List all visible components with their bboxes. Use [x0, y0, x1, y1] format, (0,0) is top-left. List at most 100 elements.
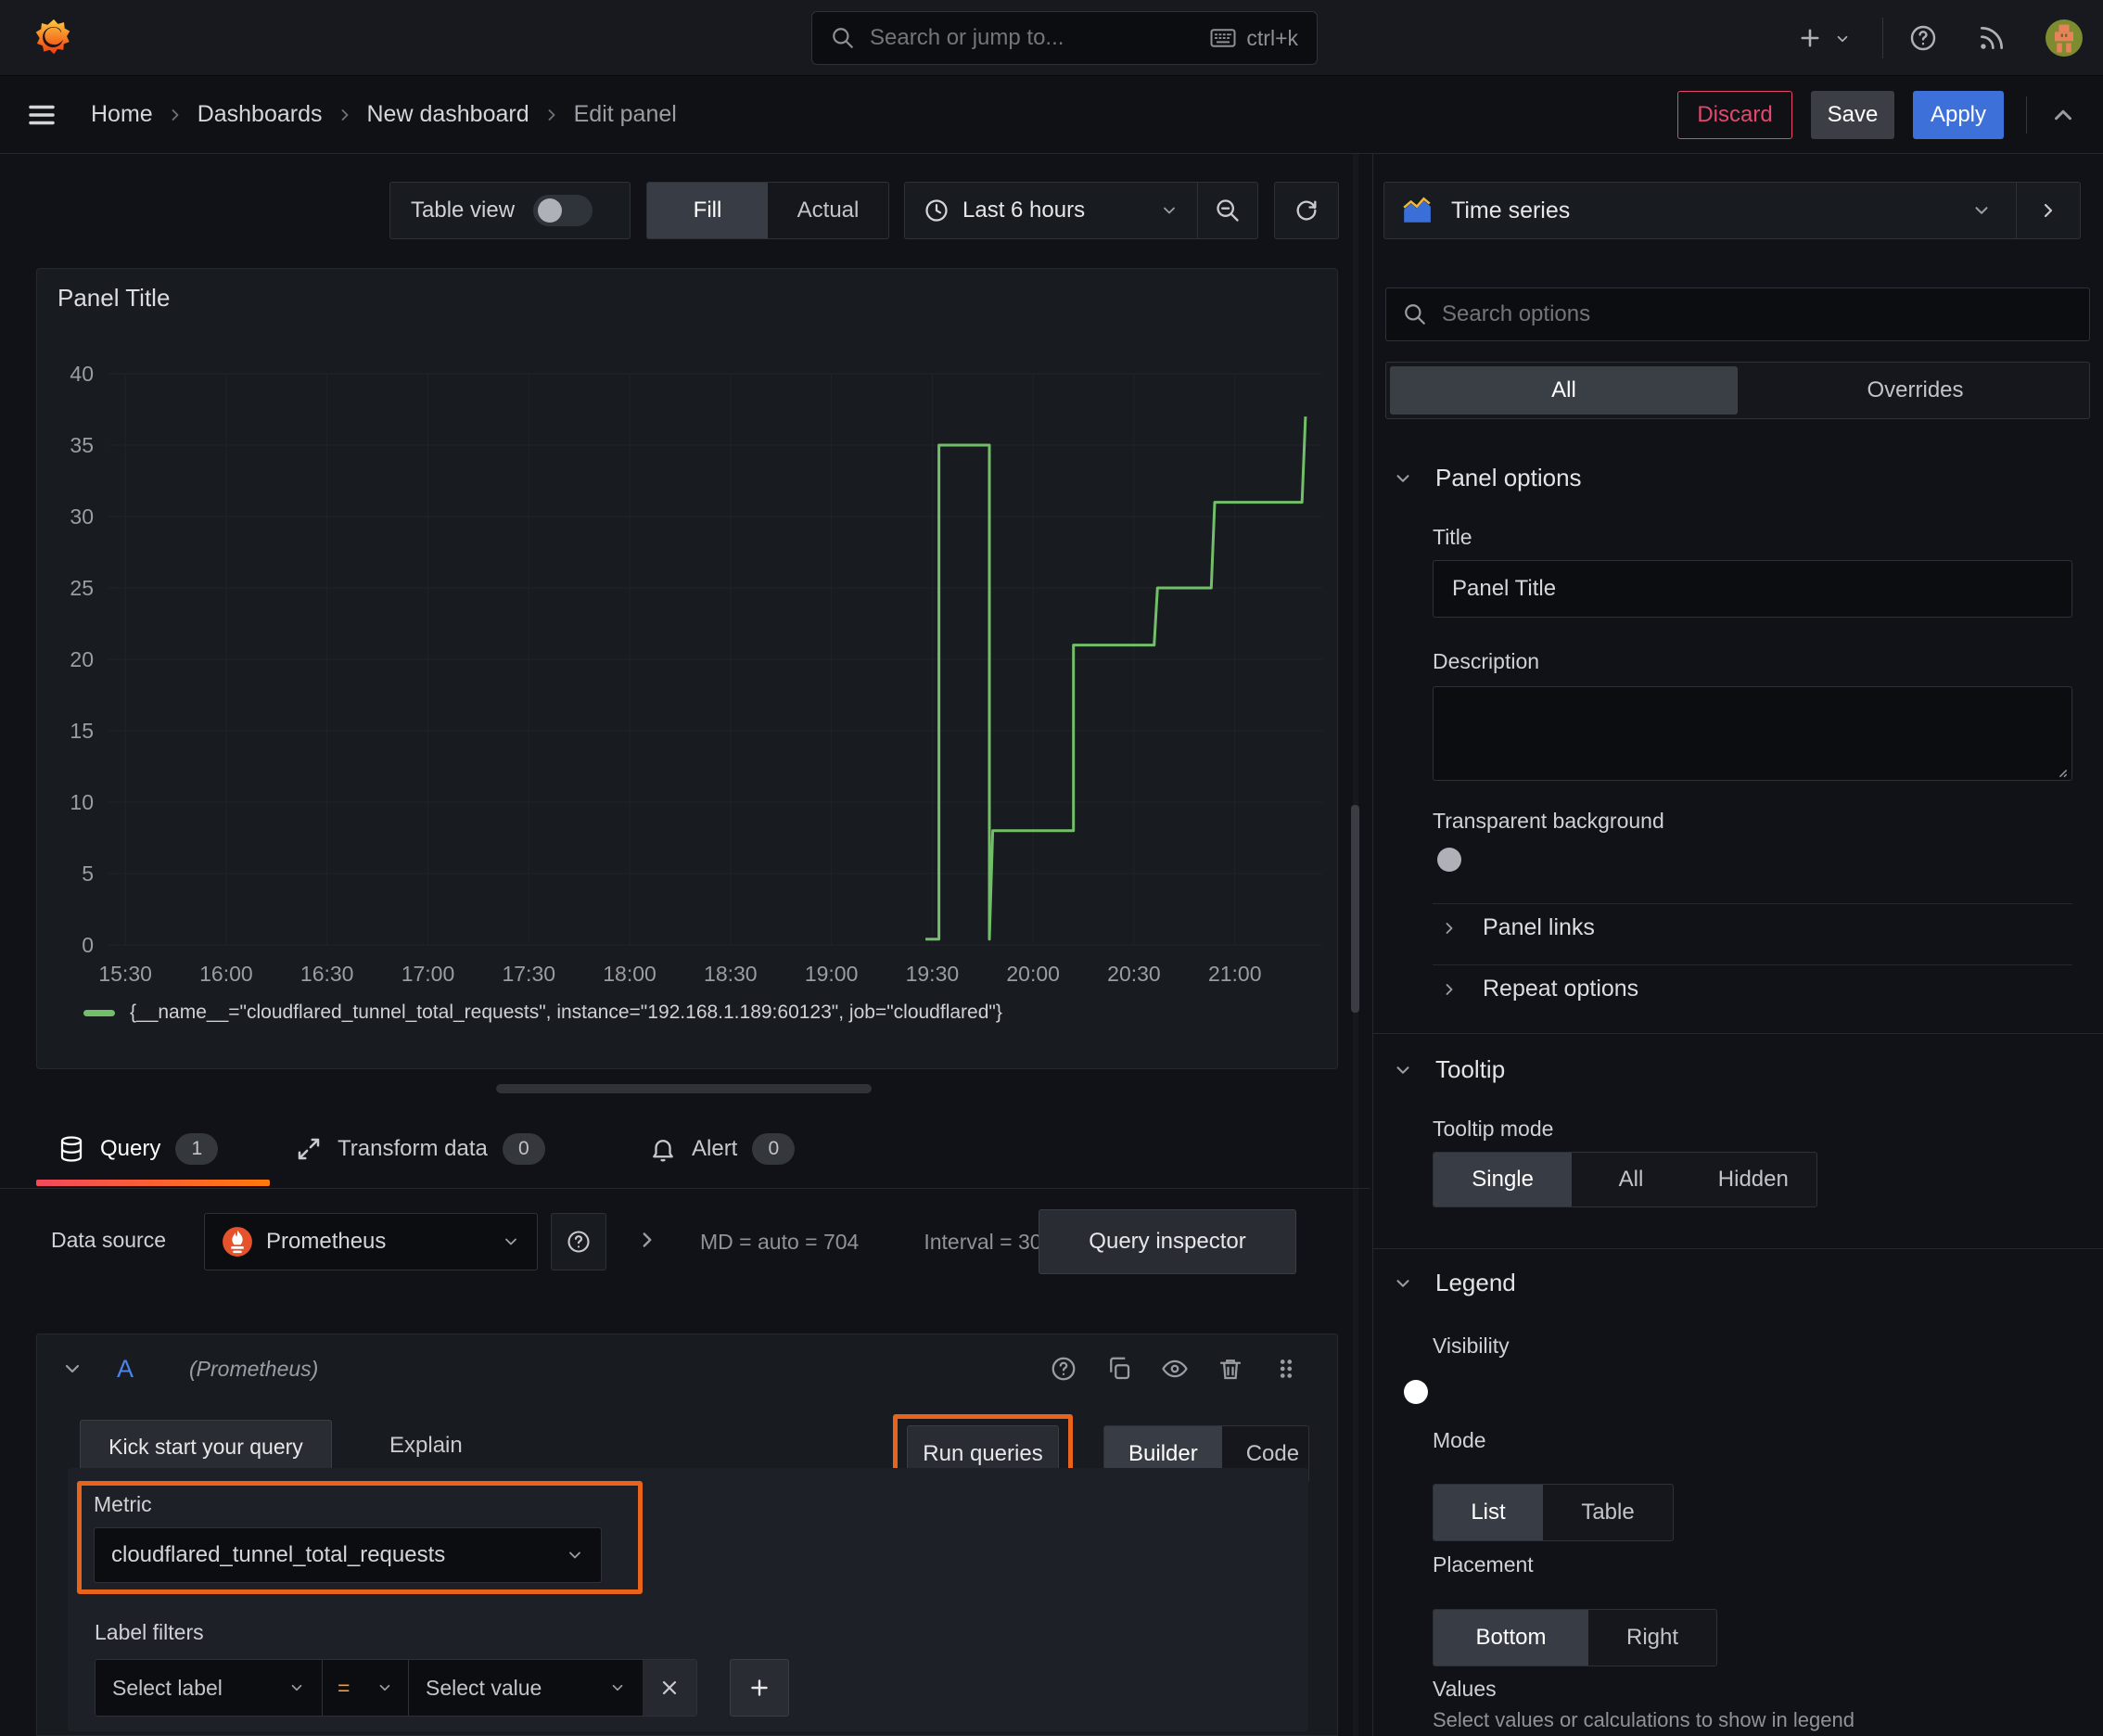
svg-text:5: 5: [82, 862, 94, 886]
zoom-out-icon[interactable]: [1198, 198, 1257, 223]
svg-text:17:00: 17:00: [401, 962, 455, 986]
visibility-label: Visibility: [1433, 1334, 1510, 1358]
search-input[interactable]: [868, 24, 1197, 52]
repeat-options-header[interactable]: Repeat options: [1440, 976, 1638, 1002]
save-button[interactable]: Save: [1811, 90, 1894, 139]
main-scrollbar-thumb[interactable]: [1351, 805, 1359, 1013]
placement-right-option[interactable]: Right: [1588, 1610, 1716, 1666]
query-help-icon[interactable]: [1050, 1355, 1077, 1383]
time-range-picker[interactable]: Last 6 hours: [905, 198, 1197, 223]
fill-option[interactable]: Fill: [647, 183, 768, 238]
global-search[interactable]: ctrl+k: [811, 11, 1318, 65]
breadcrumb-edit-panel: Edit panel: [573, 101, 677, 127]
add-chevron-down-icon[interactable]: [1834, 31, 1851, 47]
add-filter-button[interactable]: [730, 1659, 789, 1717]
tab-alert[interactable]: Alert 0: [649, 1133, 796, 1165]
grafana-logo[interactable]: [33, 18, 74, 58]
viz-suggestions-chevron-right-icon[interactable]: [2017, 199, 2080, 222]
remove-filter-button[interactable]: [643, 1660, 696, 1716]
apply-button[interactable]: Apply: [1913, 90, 2004, 139]
metric-select[interactable]: cloudflared_tunnel_total_requests: [94, 1527, 602, 1583]
delete-query-trash-icon[interactable]: [1217, 1355, 1244, 1383]
legend-list-option[interactable]: List: [1434, 1485, 1543, 1540]
menu-burger-icon[interactable]: [26, 99, 57, 131]
select-label-dropdown[interactable]: Select label: [96, 1660, 322, 1716]
description-field-wrap: [1433, 686, 2072, 781]
tooltip-all-option[interactable]: All: [1572, 1153, 1689, 1206]
placement-bottom-option[interactable]: Bottom: [1434, 1610, 1588, 1666]
select-value-dropdown[interactable]: Select value: [409, 1660, 643, 1716]
stat-max-datapoints: MD = auto = 704: [700, 1229, 860, 1254]
stat-interval: Interval = 30s: [924, 1229, 1053, 1254]
tab-transform-data[interactable]: Transform data 0: [295, 1133, 545, 1165]
label-filters-label: Label filters: [95, 1620, 204, 1644]
values-hint: Select values or calculations to show in…: [1433, 1708, 1854, 1731]
section-divider: [1373, 1248, 2103, 1249]
help-icon[interactable]: [1908, 23, 1938, 53]
kick-start-query-button[interactable]: Kick start your query: [80, 1420, 332, 1474]
table-view-toggle-group[interactable]: Table view: [389, 182, 631, 239]
tooltip-section-header[interactable]: Tooltip: [1393, 1055, 1505, 1084]
legend-series-label[interactable]: {__name__="cloudflared_tunnel_total_requ…: [130, 1002, 1002, 1024]
refresh-button[interactable]: [1274, 182, 1339, 239]
breadcrumb-new-dashboard[interactable]: New dashboard: [367, 101, 529, 128]
plus-icon: [747, 1676, 771, 1700]
duplicate-query-copy-icon[interactable]: [1105, 1355, 1133, 1383]
placement-label: Placement: [1433, 1552, 1534, 1576]
panel-resize-handle[interactable]: [496, 1084, 872, 1093]
breadcrumb-chevron-icon: [542, 106, 561, 124]
values-label: Values: [1433, 1677, 1497, 1701]
description-textarea[interactable]: [1433, 686, 2072, 781]
news-rss-icon[interactable]: [1977, 23, 2007, 53]
actual-option[interactable]: Actual: [768, 183, 888, 238]
collapse-options-chevron-up-icon[interactable]: [2049, 101, 2077, 129]
tooltip-single-option[interactable]: Single: [1434, 1153, 1573, 1206]
datasource-help-button[interactable]: [551, 1213, 606, 1270]
nav-divider: [2026, 96, 2027, 134]
options-search-input[interactable]: [1440, 300, 2072, 328]
options-search[interactable]: [1385, 287, 2090, 341]
visualization-picker[interactable]: Time series: [1383, 182, 2081, 239]
query-inspector-button[interactable]: Query inspector: [1039, 1209, 1296, 1274]
tab-overrides[interactable]: Overrides: [1741, 363, 2089, 418]
resize-corner-icon[interactable]: [2048, 759, 2069, 779]
panel-links-header[interactable]: Panel links: [1440, 914, 1595, 941]
tooltip-hidden-option[interactable]: Hidden: [1690, 1153, 1816, 1206]
svg-text:16:30: 16:30: [300, 962, 354, 986]
alert-count-badge: 0: [752, 1133, 796, 1165]
datasource-chevron-down-icon: [502, 1232, 520, 1251]
breadcrumb-dashboards[interactable]: Dashboards: [198, 101, 323, 128]
panel-options-header[interactable]: Panel options: [1393, 464, 1582, 492]
add-button[interactable]: [1797, 25, 1823, 51]
legend-table-option[interactable]: Table: [1543, 1485, 1673, 1540]
transform-icon: [295, 1135, 323, 1163]
discard-button[interactable]: Discard: [1677, 90, 1792, 139]
section-divider: [1373, 1033, 2103, 1034]
query-ref-id[interactable]: A: [117, 1355, 134, 1384]
table-view-toggle[interactable]: [533, 195, 593, 226]
svg-text:20:30: 20:30: [1107, 962, 1161, 986]
datasource-picker[interactable]: Prometheus: [204, 1213, 538, 1270]
active-tab-underline: [36, 1180, 270, 1186]
tab-all[interactable]: All: [1390, 366, 1738, 415]
transform-count-badge: 0: [502, 1133, 545, 1165]
chart-legend[interactable]: {__name__="cloudflared_tunnel_total_requ…: [83, 1002, 1002, 1024]
datasource-options-chevron-right-icon[interactable]: [635, 1228, 659, 1252]
divider: [1433, 964, 2072, 965]
operator-dropdown[interactable]: =: [323, 1660, 408, 1716]
legend-section-header[interactable]: Legend: [1393, 1269, 1516, 1297]
bell-icon: [649, 1135, 677, 1163]
chevron-down-icon: [1393, 468, 1413, 489]
drag-query-grip-icon[interactable]: [1272, 1355, 1300, 1383]
timeseries-chart[interactable]: 0 5 10 15 20 25 30 35 40 15:30 16:00 16:30 17:00 17:3…: [37, 352, 1337, 1002]
query-collapse-chevron-down-icon[interactable]: [61, 1358, 83, 1380]
legend-swatch: [83, 1009, 115, 1016]
time-range-chevron-down-icon: [1160, 201, 1179, 220]
database-icon: [57, 1135, 85, 1163]
tab-query[interactable]: Query 1: [57, 1133, 219, 1165]
breadcrumb-home[interactable]: Home: [91, 101, 153, 128]
toggle-query-eye-icon[interactable]: [1161, 1355, 1189, 1383]
avatar[interactable]: [2046, 19, 2083, 57]
operator-chevron-down-icon: [376, 1679, 393, 1696]
panel-title-input[interactable]: [1450, 575, 2055, 603]
